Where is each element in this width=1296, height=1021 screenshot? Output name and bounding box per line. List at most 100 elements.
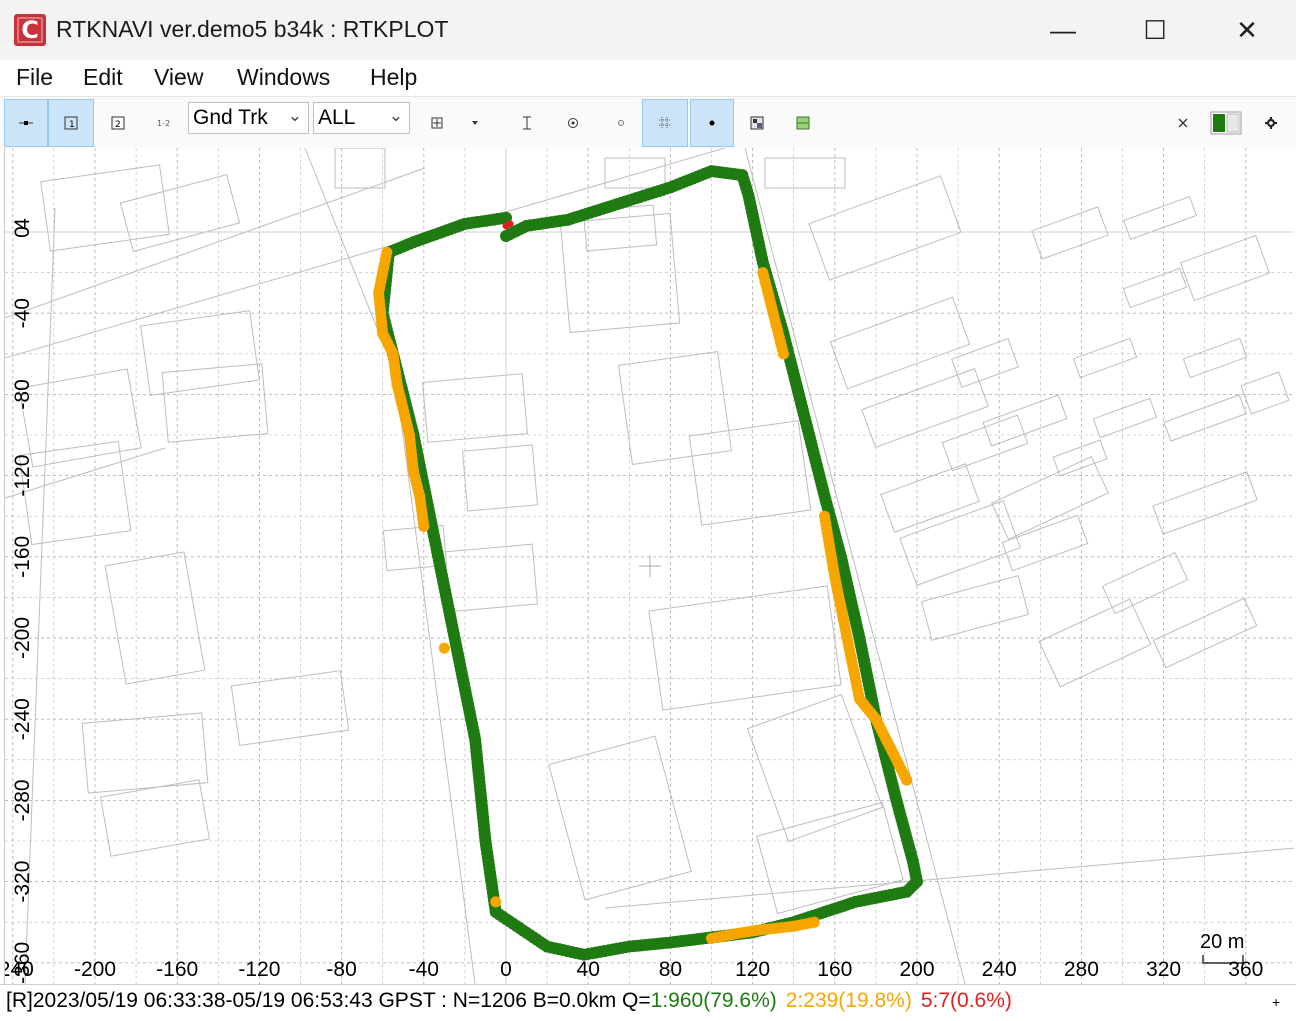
point-toggle-button[interactable] <box>690 99 734 147</box>
scale-label: 20 m <box>1200 931 1244 953</box>
float-point <box>490 896 502 908</box>
float-point <box>901 774 913 786</box>
chevron-down-icon: ⌄ <box>287 106 302 125</box>
map-building <box>861 368 989 448</box>
menu-view[interactable]: View <box>154 64 203 91</box>
map-layer-icon <box>796 116 810 130</box>
title-bar: C RTKNAVI ver.demo5 b34k : RTKPLOT — ☐ ✕ <box>0 0 1296 60</box>
center-origin-button[interactable] <box>420 99 454 147</box>
map-building <box>880 463 980 533</box>
map-building <box>1240 371 1290 415</box>
close-icon: ✕ <box>1236 14 1258 45</box>
x-tick-label: -160 <box>156 958 198 981</box>
map-building <box>18 368 142 468</box>
solution-1-2-button[interactable]: 1-2 <box>142 99 186 147</box>
solution-2-button[interactable]: 2 <box>96 99 140 147</box>
close-icon <box>1178 118 1188 128</box>
y-tick-label: -160 <box>11 536 34 578</box>
x-tick-label: 240 <box>982 958 1017 981</box>
grid-toggle-button[interactable] <box>642 99 688 147</box>
x-tick-label: 280 <box>1064 958 1099 981</box>
chevron-down-icon: ⌄ <box>388 106 403 125</box>
minimize-button[interactable]: — <box>1017 0 1109 60</box>
x-tick-label: 160 <box>817 958 852 981</box>
svg-text:1-2: 1-2 <box>157 119 170 128</box>
map-building <box>1092 397 1158 439</box>
map-layer-button[interactable] <box>786 99 820 147</box>
settings-icon <box>1265 117 1277 129</box>
map-building <box>1179 234 1271 302</box>
map-building <box>559 212 681 334</box>
window-title: RTKNAVI ver.demo5 b34k : RTKPLOT <box>56 16 449 42</box>
status-float-count: 2:239(19.8%) <box>785 989 912 1012</box>
center-mark-button[interactable] <box>556 99 590 147</box>
color-toggle-button[interactable] <box>1206 99 1246 147</box>
menu-file[interactable]: File <box>16 64 53 91</box>
solution-2-icon: 2 <box>111 116 125 130</box>
map-road <box>5 167 426 319</box>
grid-icon <box>659 117 671 129</box>
track-points <box>373 165 923 961</box>
solution-1-button[interactable]: 1 <box>48 99 94 147</box>
menu-edit[interactable]: Edit <box>83 64 123 91</box>
map-building <box>18 440 132 546</box>
map-building <box>548 735 692 901</box>
ground-track-plot[interactable]: -240 -200 -160 -120 -80 -40 0 40 80 120 160 200 240 2… <box>4 148 1294 984</box>
app-logo-icon[interactable]: C <box>14 14 46 46</box>
color-toggle-icon <box>1210 111 1242 135</box>
map-building <box>617 350 733 466</box>
solution-0-icon <box>19 121 33 125</box>
status-bar: [R]2023/05/19 06:33:38-05/19 06:53:43 GP… <box>0 984 1296 1021</box>
map-building <box>764 157 846 189</box>
y-tick-label: -280 <box>11 779 34 821</box>
close-plot-button[interactable] <box>1168 99 1198 147</box>
origin-dropdown-button[interactable] <box>458 99 492 147</box>
fit-vertical-icon <box>523 116 531 130</box>
map-building <box>808 175 962 281</box>
center-mark-icon <box>568 118 578 128</box>
point-icon <box>709 120 715 126</box>
y-tick-label: -240 <box>11 698 34 740</box>
map-building <box>941 414 1029 472</box>
single-point <box>506 220 514 228</box>
y-tick-label: -320 <box>11 861 34 903</box>
menu-help[interactable]: Help <box>370 64 417 91</box>
y-tick-label: -40 <box>11 298 34 328</box>
solution-1-2-icon: 1-2 <box>157 119 170 128</box>
float-point <box>777 348 789 360</box>
axis-labels: -240 -200 -160 -120 -80 -40 0 40 80 120 160 200 240 2… <box>5 218 1263 984</box>
solution-0-button[interactable] <box>4 99 48 147</box>
maximize-button[interactable]: ☐ <box>1109 0 1201 60</box>
map-building <box>334 148 386 189</box>
plot-type-value: Gnd Trk <box>193 106 268 129</box>
float-point <box>808 916 820 928</box>
settings-button[interactable] <box>1256 99 1286 147</box>
map-road <box>5 148 726 359</box>
satellite-filter-select[interactable]: ALL ⌄ <box>313 102 410 134</box>
map-building <box>991 455 1109 541</box>
x-tick-label: 320 <box>1146 958 1181 981</box>
menu-windows[interactable]: Windows <box>237 64 330 91</box>
y-tick-label: 0 <box>11 226 34 238</box>
dropdown-arrow-icon <box>472 121 478 125</box>
map-building <box>99 779 211 857</box>
x-tick-label: 120 <box>735 958 770 981</box>
fit-vertical-button[interactable] <box>510 99 544 147</box>
map-building <box>1122 267 1188 309</box>
map-building <box>1072 337 1138 379</box>
map-building <box>1163 394 1247 442</box>
map-building <box>604 157 666 189</box>
dot-toggle-button[interactable] <box>604 99 638 147</box>
solution-1-icon: 1 <box>64 116 78 130</box>
crosshair-icon <box>639 555 661 577</box>
plot-type-select[interactable]: Gnd Trk ⌄ <box>188 102 309 134</box>
toolbar: 1 2 1-2 Gnd Trk ⌄ ALL ⌄ <box>0 96 1296 148</box>
close-button[interactable]: ✕ <box>1201 0 1293 60</box>
plot-canvas[interactable]: -240 -200 -160 -120 -80 -40 0 40 80 120 160 200 240 2… <box>5 148 1294 984</box>
float-point <box>438 642 450 654</box>
map-building <box>161 363 269 443</box>
x-tick-label: -40 <box>409 958 439 981</box>
map-building <box>951 338 1019 388</box>
map-image-button[interactable] <box>740 99 774 147</box>
map-building <box>104 551 206 685</box>
